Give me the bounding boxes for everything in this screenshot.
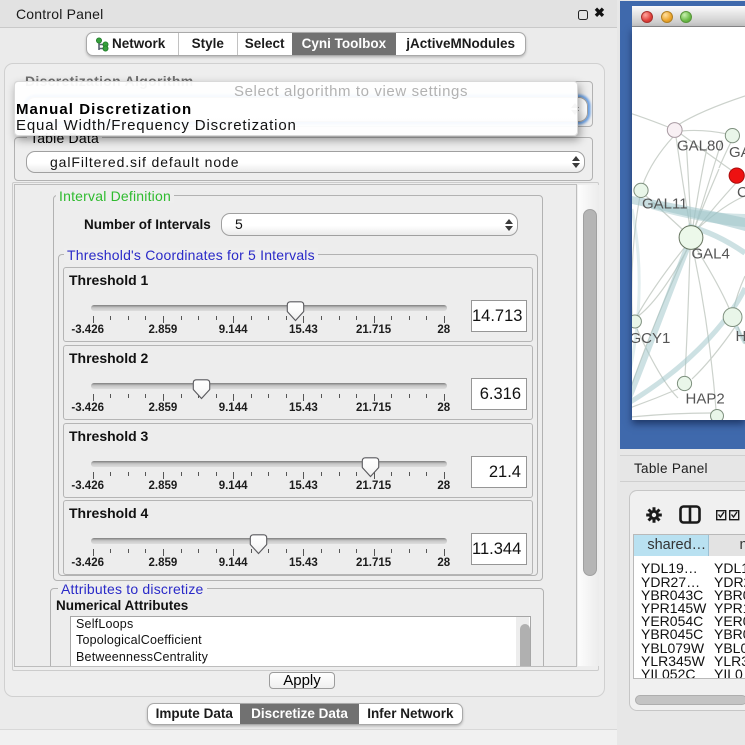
svg-text:GAL4: GAL4	[692, 246, 730, 263]
svg-text:GA: GA	[729, 144, 745, 161]
svg-text:GAL80: GAL80	[677, 138, 724, 155]
svg-text:GCY1: GCY1	[632, 330, 670, 347]
svg-text:CY: CY	[737, 184, 745, 201]
svg-text:HIS: HIS	[736, 328, 745, 345]
svg-text:GAL11: GAL11	[642, 196, 688, 213]
svg-text:HAP2: HAP2	[686, 391, 725, 408]
